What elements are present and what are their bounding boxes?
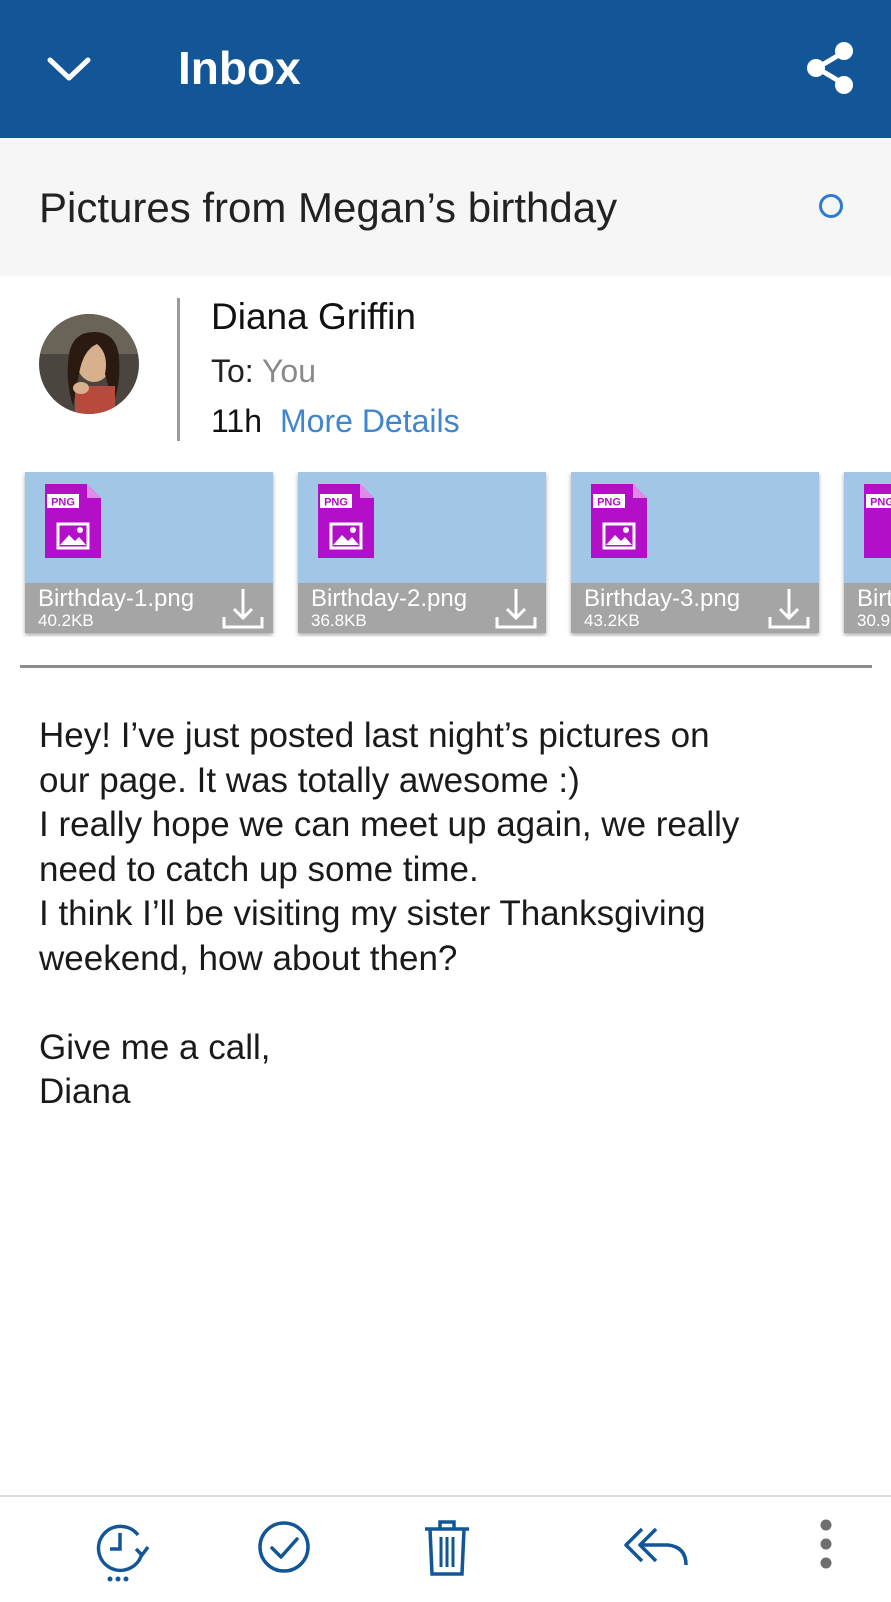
attachment-card[interactable]: PNG Birt 30.9 (844, 472, 891, 633)
attachment-size: 30.9 (857, 611, 891, 630)
reply-all-icon[interactable] (622, 1519, 692, 1580)
attachment-type-badge: PNG (51, 497, 75, 509)
download-icon[interactable] (494, 587, 538, 631)
attachment-name: Birthday-1.png (38, 585, 195, 612)
attachment-type-badge: PNG (597, 497, 621, 509)
attachment-size: 43.2KB (584, 611, 640, 630)
attachment-type-badge: PNG (324, 497, 348, 509)
png-file-icon: PNG (45, 484, 101, 558)
download-icon[interactable] (221, 587, 265, 631)
attachment-card[interactable]: PNG Birthday-2.png 36.8KB (298, 472, 546, 633)
message-body: Hey! I’ve just posted last night’s pictu… (39, 716, 740, 1111)
top-app-bar: Inbox (0, 0, 891, 138)
png-file-icon: PNG (591, 484, 647, 558)
attachment-size: 36.8KB (311, 611, 367, 630)
recipient-line: To: You (211, 350, 316, 392)
attachment-card[interactable]: PNG Birthday-1.png 40.2KB (25, 472, 273, 633)
share-icon[interactable] (804, 40, 856, 96)
attachment-info-bar: Birthday-2.png 36.8KB (298, 583, 546, 633)
attachment-info-bar: Birthday-1.png 40.2KB (25, 583, 273, 633)
subject-row: Pictures from Megan’s birthday (0, 138, 891, 276)
attachment-info-bar: Birt 30.9 (844, 583, 891, 633)
chevron-down-icon[interactable] (46, 46, 92, 92)
message-subject: Pictures from Megan’s birthday (39, 184, 618, 231)
more-details-link[interactable]: More Details (280, 403, 460, 439)
bottom-toolbar (0, 1495, 891, 1602)
png-file-icon: PNG (864, 484, 891, 558)
check-circle-icon[interactable] (256, 1519, 312, 1580)
attachment-name: Birthday-2.png (311, 585, 468, 612)
download-icon[interactable] (767, 587, 811, 631)
recipient-value: You (262, 353, 316, 389)
to-label: To: (211, 353, 254, 389)
attachment-name: Birt (857, 585, 891, 612)
page-title: Inbox (178, 42, 301, 94)
sender-name: Diana Griffin (211, 296, 416, 337)
message-time: 11h (211, 403, 263, 439)
message-meta: 11h More Details (211, 400, 460, 442)
attachment-card[interactable]: PNG Birthday-3.png 43.2KB (571, 472, 819, 633)
attachment-size: 40.2KB (38, 611, 94, 630)
more-vertical-icon[interactable] (816, 1519, 836, 1576)
attachment-name: Birthday-3.png (584, 585, 741, 612)
trash-icon[interactable] (423, 1519, 471, 1582)
circle-outline-icon[interactable] (819, 194, 843, 218)
attachments-strip[interactable]: PNG Birthday-1.png 40.2KB PNG Birthday-2… (0, 472, 891, 637)
sender-divider (177, 298, 180, 441)
divider (20, 665, 872, 668)
snooze-clock-icon[interactable] (92, 1519, 152, 1588)
attachment-info-bar: Birthday-3.png 43.2KB (571, 583, 819, 633)
png-file-icon: PNG (318, 484, 374, 558)
avatar[interactable] (39, 314, 139, 414)
attachment-type-badge: PNG (870, 497, 891, 509)
